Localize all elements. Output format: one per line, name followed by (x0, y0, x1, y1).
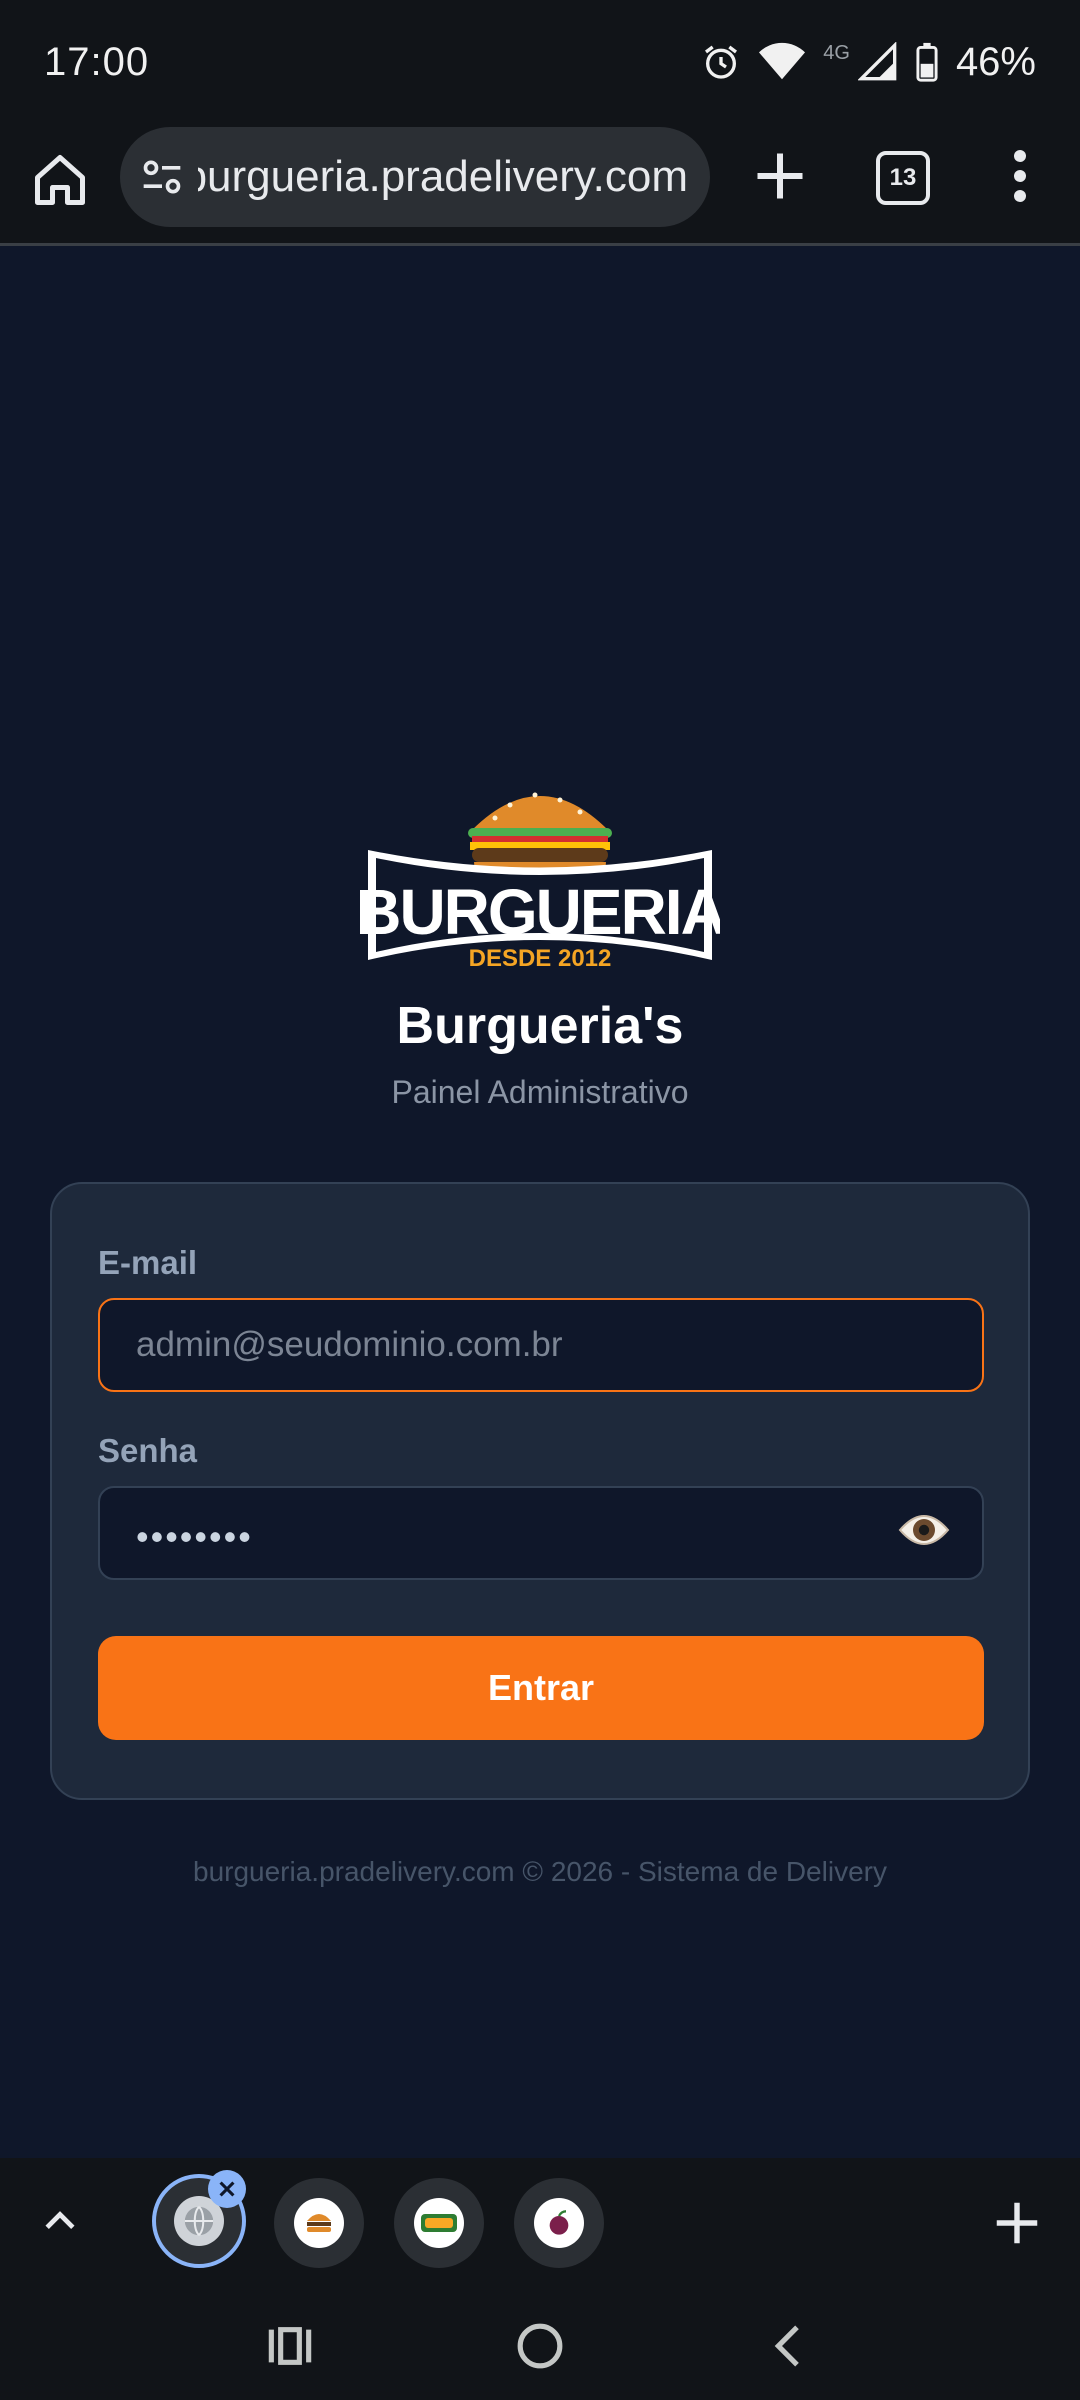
tab-count: 13 (889, 164, 917, 191)
battery-level: 46% (955, 39, 1036, 84)
home-icon[interactable] (30, 150, 90, 210)
chevron-up-icon[interactable] (38, 2198, 82, 2242)
home-nav-icon[interactable] (512, 2318, 568, 2374)
strip-tab-burger[interactable] (274, 2178, 364, 2268)
site-settings-icon[interactable] (140, 155, 184, 199)
strip-tab-fruit[interactable] (514, 2178, 604, 2268)
wifi-icon (759, 42, 806, 80)
alarm-icon (705, 45, 738, 79)
new-tab-icon[interactable] (750, 146, 810, 206)
address-bar[interactable]: burgueria.pradelivery.com (120, 127, 710, 227)
logo-wordmark: BURGUERIA (360, 876, 720, 948)
more-menu-icon[interactable] (1000, 146, 1040, 206)
add-tab-icon[interactable] (990, 2196, 1044, 2250)
status-icons: 4G 46% (701, 40, 1036, 85)
footer-text: burgueria.pradelivery.com © 2026 - Siste… (193, 1856, 887, 1887)
status-time: 17:00 (44, 39, 150, 84)
url-text[interactable]: burgueria.pradelivery.com (198, 152, 688, 202)
burger-icon (468, 792, 612, 876)
password-mask: •••••••• (136, 1516, 253, 1557)
tab-switcher-button[interactable]: 13 (876, 151, 930, 205)
login-card: E-mail Senha •••••••• Entrar (50, 1182, 1030, 1800)
logo-tagline: DESDE 2012 (469, 945, 612, 972)
back-nav-icon[interactable] (762, 2318, 818, 2374)
tab-strip (0, 2158, 1080, 2290)
email-label: E-mail (98, 1244, 198, 1281)
login-button[interactable]: Entrar (98, 1636, 984, 1740)
recent-apps-icon[interactable] (262, 2318, 318, 2374)
signal-icon (857, 42, 897, 81)
network-type: 4G (823, 41, 850, 64)
system-nav-bar (0, 2290, 1080, 2400)
page-title: Burgueria's (396, 997, 684, 1055)
browser-toolbar: burgueria.pradelivery.com 13 (0, 124, 1080, 246)
burgueria-logo: BURGUERIA DESDE 2012 (360, 792, 720, 972)
password-label: Senha (98, 1432, 198, 1469)
burger-icon (294, 2198, 344, 2248)
show-password-icon[interactable] (898, 1510, 950, 1550)
strip-tab-food-logo[interactable] (394, 2178, 484, 2268)
close-tab-icon[interactable] (208, 2170, 246, 2208)
page-subtitle: Painel Administrativo (391, 1074, 689, 1110)
food-logo-icon (414, 2198, 464, 2248)
fruit-icon (534, 2198, 584, 2248)
battery-icon (916, 42, 938, 82)
email-field[interactable] (98, 1298, 984, 1392)
status-bar: 17:00 4G 46% (0, 0, 1080, 124)
